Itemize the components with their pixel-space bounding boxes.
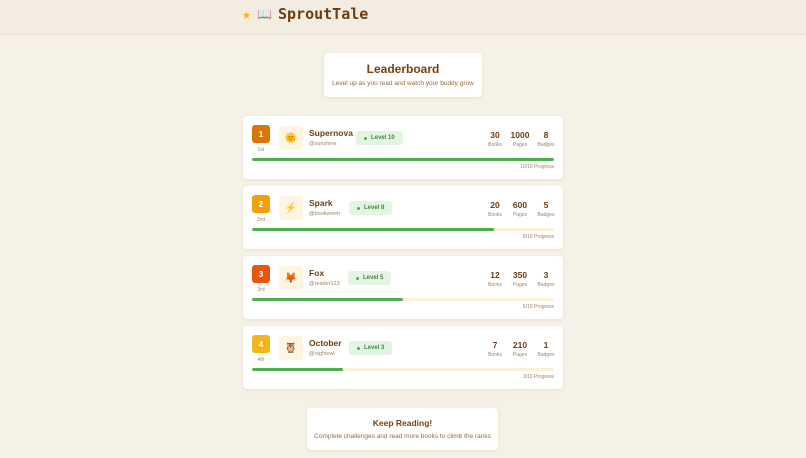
- level-label: Level 8: [364, 205, 385, 211]
- level-dot-icon: [357, 206, 360, 210]
- rank-badge: 3: [252, 265, 270, 283]
- lightning-icon: ⚡: [279, 196, 303, 220]
- user-handle: @reader123: [309, 281, 340, 287]
- user-handle: @sunshine: [309, 141, 337, 147]
- progress-text: 5/10 Progress: [522, 304, 554, 310]
- badges-stat: 1 Badges: [531, 340, 561, 358]
- user-handle: @bookworm: [309, 211, 340, 217]
- rank-badge: 4: [252, 335, 270, 353]
- badges-stat: 3 Badges: [531, 270, 561, 288]
- progress-fill: [252, 158, 554, 161]
- top-bar: ★ 📖 SproutTale: [0, 0, 806, 35]
- user-name[interactable]: Spark: [309, 198, 333, 208]
- brand[interactable]: ★ 📖 SproutTale: [242, 5, 368, 23]
- user-name[interactable]: Supernova: [309, 128, 353, 138]
- leaderboard-card[interactable]: 4 4th 🦉 October @nightowl Level 3 7 Book…: [243, 326, 563, 389]
- cta-title: Keep Reading!: [372, 418, 433, 428]
- owl-icon: 🦉: [279, 336, 303, 360]
- level-badge: Level 10: [356, 131, 403, 145]
- badges-count: 8: [543, 130, 549, 140]
- star-icon: ★: [242, 5, 252, 23]
- rank-ordinal: 1st: [257, 147, 265, 153]
- progress-text: 3/10 Progress: [522, 374, 554, 380]
- level-badge: Level 5: [348, 271, 392, 285]
- cta-subtitle: Complete challenges and read more books …: [314, 433, 491, 440]
- sun-icon: 🌞: [279, 126, 303, 150]
- level-label: Level 5: [363, 275, 384, 281]
- progress-bar: [252, 158, 554, 161]
- progress-text: 10/10 Progress: [520, 164, 554, 170]
- user-name[interactable]: October: [309, 338, 342, 348]
- keep-reading-card: Keep Reading! Complete challenges and re…: [307, 408, 498, 450]
- level-label: Level 10: [371, 135, 395, 141]
- book-icon: 📖: [257, 7, 272, 21]
- badges-count: 5: [543, 200, 549, 210]
- level-dot-icon: [356, 276, 359, 280]
- app-title: SproutTale: [277, 5, 369, 23]
- progress-bar: [252, 368, 554, 371]
- badges-stat: 8 Badges: [531, 130, 561, 148]
- rank-ordinal: 3rd: [257, 287, 265, 293]
- badges-label: Badges: [537, 352, 555, 358]
- badges-count: 3: [543, 270, 549, 280]
- leaderboard-card[interactable]: 1 1st 🌞 Supernova @sunshine Level 10 30 …: [243, 116, 563, 179]
- page-subtitle: Level up as you read and watch your budd…: [332, 80, 474, 87]
- progress-fill: [252, 228, 494, 231]
- level-label: Level 3: [364, 345, 385, 351]
- progress-bar: [252, 298, 554, 301]
- badges-label: Badges: [537, 212, 555, 218]
- rank-ordinal: 4th: [257, 357, 265, 363]
- progress-bar: [252, 228, 554, 231]
- level-dot-icon: [357, 346, 360, 350]
- leaderboard-card[interactable]: 3 3rd 🦊 Fox @reader123 Level 5 12 Books …: [243, 256, 563, 319]
- progress-fill: [252, 298, 403, 301]
- rank-badge: 1: [252, 125, 270, 143]
- rank-badge: 2: [252, 195, 270, 213]
- user-handle: @nightowl: [309, 351, 335, 357]
- progress-fill: [252, 368, 343, 371]
- badges-count: 1: [543, 340, 549, 350]
- level-badge: Level 8: [349, 201, 393, 215]
- user-name[interactable]: Fox: [309, 268, 324, 278]
- leaderboard-card[interactable]: 2 2nd ⚡ Spark @bookworm Level 8 20 Books…: [243, 186, 563, 249]
- rank-ordinal: 2nd: [256, 217, 266, 223]
- badges-label: Badges: [537, 282, 555, 288]
- badges-stat: 5 Badges: [531, 200, 561, 218]
- leaderboard-header: Leaderboard Level up as you read and wat…: [324, 53, 482, 97]
- page-title: Leaderboard: [366, 62, 440, 76]
- progress-text: 8/10 Progress: [522, 234, 554, 240]
- badges-label: Badges: [537, 142, 555, 148]
- fox-icon: 🦊: [279, 266, 303, 290]
- level-badge: Level 3: [349, 341, 393, 355]
- level-dot-icon: [364, 136, 367, 140]
